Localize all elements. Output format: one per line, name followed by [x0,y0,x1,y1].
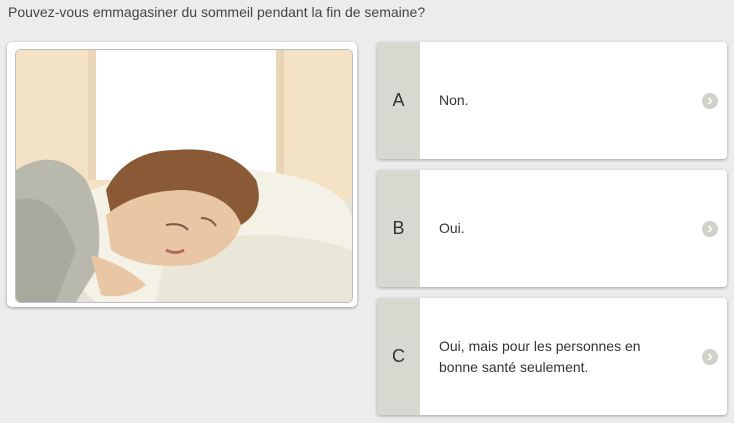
chevron-right-circle-icon[interactable] [702,92,718,109]
illustration-frame [15,49,353,303]
sleeping-person-illustration [16,50,352,302]
option-c[interactable]: C Oui, mais pour les personnes en bonne … [377,298,727,415]
question-text: Pouvez-vous emmagasiner du sommeil penda… [8,4,426,20]
chevron-right-circle-icon[interactable] [702,348,718,365]
option-letter: C [377,298,420,415]
option-text: Oui, mais pour les personnes en bonne sa… [439,337,641,375]
option-letter: A [377,42,420,159]
option-a[interactable]: A Non. [377,42,727,159]
option-text: Oui. [439,220,465,236]
chevron-right-circle-icon[interactable] [702,220,718,237]
option-letter: B [377,170,420,287]
illustration-card [7,42,357,307]
option-b[interactable]: B Oui. [377,170,727,287]
option-text: Non. [439,92,469,108]
